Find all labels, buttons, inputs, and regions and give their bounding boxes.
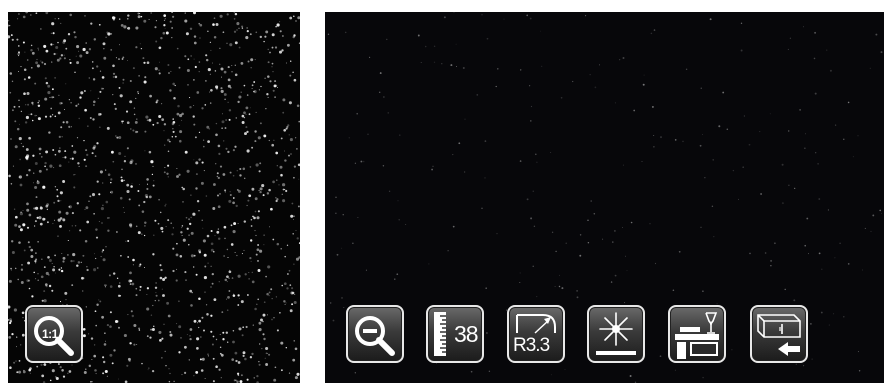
stone-sample-closeup: 1:1 xyxy=(8,12,300,383)
zoom-ratio-label: 1:1 xyxy=(42,327,58,341)
zoom-actual-size-button[interactable]: 1:1 xyxy=(25,305,83,363)
zoom-out-icon xyxy=(355,316,395,356)
stone-sample-overview: 38 R3.3 xyxy=(325,12,884,383)
back-to-cabinet-icon xyxy=(757,314,801,356)
countertop-view-button[interactable] xyxy=(668,305,726,363)
thickness-button[interactable]: 38 xyxy=(426,305,484,363)
edge-radius-button[interactable]: R3.3 xyxy=(507,305,565,363)
back-button[interactable] xyxy=(750,305,808,363)
sparkle-finish-icon xyxy=(596,312,636,355)
surface-finish-button[interactable] xyxy=(587,305,645,363)
kitchen-countertop-icon xyxy=(675,312,719,359)
edge-radius-value: R3.3 xyxy=(513,335,550,356)
zoom-out-button[interactable] xyxy=(346,305,404,363)
thickness-value: 38 xyxy=(454,321,479,347)
